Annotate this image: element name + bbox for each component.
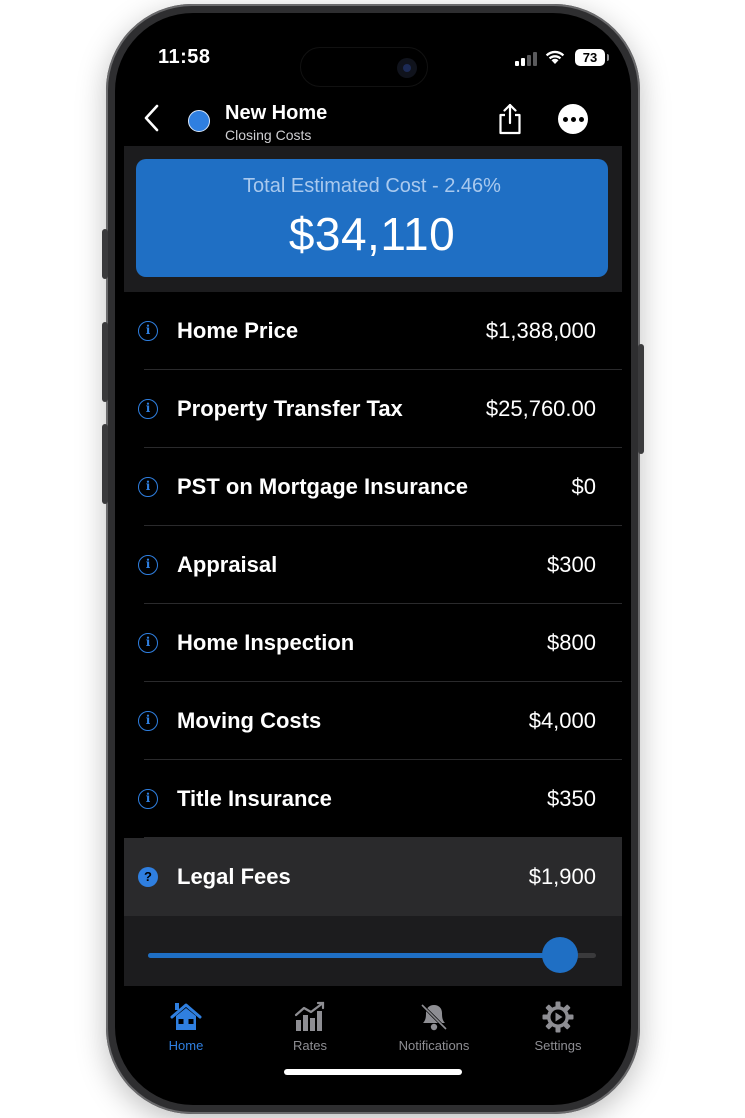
- info-icon[interactable]: i: [138, 477, 158, 497]
- screen: 11:58 73 New Home Closing Costs Total Es…: [124, 20, 622, 1098]
- legal-fees-slider-area: [124, 916, 622, 986]
- tab-settings[interactable]: Settings: [496, 1000, 620, 1053]
- volume-down-button: [102, 424, 108, 504]
- tab-bar: Home Rates Notifications Settings: [124, 990, 622, 1098]
- cellular-signal-icon: [515, 52, 537, 66]
- phone-frame: 11:58 73 New Home Closing Costs Total Es…: [102, 4, 644, 1114]
- list-item-home-price[interactable]: i Home Price $1,388,000: [124, 292, 622, 370]
- legal-fees-slider[interactable]: [148, 937, 596, 973]
- back-chevron-icon[interactable]: [140, 103, 166, 133]
- row-value[interactable]: $300: [547, 552, 596, 578]
- share-icon[interactable]: [496, 102, 524, 136]
- row-label: Home Price: [177, 318, 299, 343]
- gear-icon: [542, 1001, 574, 1033]
- home-indicator[interactable]: [284, 1069, 462, 1075]
- info-icon[interactable]: i: [138, 789, 158, 809]
- list-item-appraisal[interactable]: i Appraisal $300: [124, 526, 622, 604]
- chart-icon: [294, 1001, 325, 1031]
- tab-label: Notifications: [398, 1038, 470, 1053]
- help-icon[interactable]: ?: [138, 867, 158, 887]
- row-label: Appraisal: [177, 552, 278, 577]
- row-label: Home Inspection: [177, 630, 355, 655]
- info-icon[interactable]: i: [138, 711, 158, 731]
- total-cost-value: $34,110: [288, 208, 456, 260]
- row-value[interactable]: $800: [547, 630, 596, 656]
- row-label: Legal Fees: [177, 864, 291, 889]
- info-icon[interactable]: i: [138, 399, 158, 419]
- list-item-pst-mortgage-insurance[interactable]: i PST on Mortgage Insurance $0: [124, 448, 622, 526]
- nav-subtitle: Closing Costs: [225, 127, 312, 143]
- row-value[interactable]: $0: [572, 474, 596, 500]
- list-item-legal-fees[interactable]: ? Legal Fees $1,900: [124, 838, 622, 916]
- info-icon[interactable]: i: [138, 321, 158, 341]
- tab-home[interactable]: Home: [124, 1000, 248, 1053]
- action-button: [102, 229, 108, 279]
- row-value[interactable]: $4,000: [529, 708, 596, 734]
- row-label: Property Transfer Tax: [177, 396, 403, 421]
- list-item-title-insurance[interactable]: i Title Insurance $350: [124, 760, 622, 838]
- tab-label: Settings: [534, 1038, 582, 1053]
- row-value[interactable]: $25,760.00: [486, 396, 596, 422]
- total-cost-card: Total Estimated Cost - 2.46% $34,110: [136, 159, 608, 277]
- nav-title: New Home: [225, 102, 328, 124]
- list-item-property-transfer-tax[interactable]: i Property Transfer Tax $25,760.00: [124, 370, 622, 448]
- info-icon[interactable]: i: [138, 633, 158, 653]
- volume-up-button: [102, 322, 108, 402]
- battery-icon: 73: [575, 49, 609, 66]
- power-button: [638, 344, 644, 454]
- ellipsis-icon: [562, 116, 568, 122]
- slider-fill: [148, 953, 561, 958]
- closing-costs-list: i Home Price $1,388,000 i Property Trans…: [124, 292, 622, 916]
- row-value[interactable]: $1,388,000: [486, 318, 596, 344]
- status-time: 11:58: [158, 46, 211, 68]
- slider-thumb[interactable]: [542, 937, 579, 973]
- list-item-home-inspection[interactable]: i Home Inspection $800: [124, 604, 622, 682]
- bell-icon: [419, 1002, 449, 1032]
- home-icon: [170, 1003, 202, 1030]
- row-label: PST on Mortgage Insurance: [177, 474, 468, 499]
- dynamic-island: [300, 47, 428, 87]
- total-cost-label: Total Estimated Cost - 2.46%: [243, 175, 501, 197]
- house-color-dot: [188, 110, 210, 132]
- tab-notifications[interactable]: Notifications: [372, 1000, 496, 1053]
- row-value[interactable]: $350: [547, 786, 596, 812]
- tab-label: Home: [168, 1038, 204, 1053]
- row-value[interactable]: $1,900: [529, 864, 596, 890]
- summary-area: Total Estimated Cost - 2.46% $34,110: [124, 146, 622, 292]
- list-item-moving-costs[interactable]: i Moving Costs $4,000: [124, 682, 622, 760]
- tab-rates[interactable]: Rates: [248, 1000, 372, 1053]
- wifi-icon: [545, 50, 565, 64]
- more-options-button[interactable]: [558, 104, 588, 134]
- tab-label: Rates: [293, 1038, 327, 1053]
- camera-icon: [397, 58, 417, 78]
- row-label: Moving Costs: [177, 708, 322, 733]
- row-label: Title Insurance: [177, 786, 332, 811]
- info-icon[interactable]: i: [138, 555, 158, 575]
